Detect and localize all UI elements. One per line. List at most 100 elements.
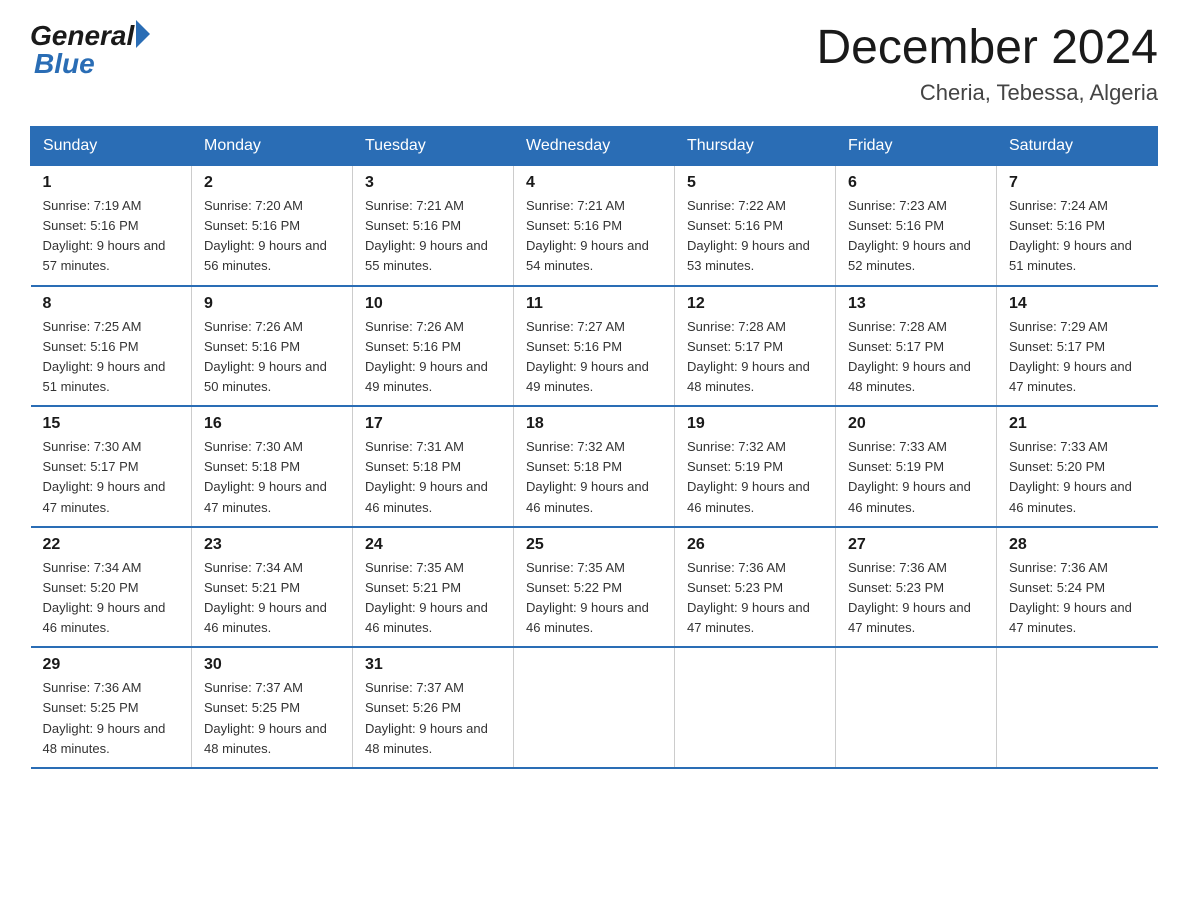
day-number: 1	[43, 174, 180, 192]
day-number: 14	[1009, 295, 1146, 313]
col-wednesday: Wednesday	[514, 127, 675, 166]
day-number: 19	[687, 415, 823, 433]
day-info: Sunrise: 7:22 AMSunset: 5:16 PMDaylight:…	[687, 198, 810, 273]
day-number: 12	[687, 295, 823, 313]
table-row: 29 Sunrise: 7:36 AMSunset: 5:25 PMDaylig…	[31, 647, 192, 768]
day-info: Sunrise: 7:30 AMSunset: 5:18 PMDaylight:…	[204, 439, 327, 514]
calendar-header-row: Sunday Monday Tuesday Wednesday Thursday…	[31, 127, 1158, 166]
day-number: 17	[365, 415, 501, 433]
day-number: 30	[204, 656, 340, 674]
calendar-week-row: 8 Sunrise: 7:25 AMSunset: 5:16 PMDayligh…	[31, 286, 1158, 407]
table-row: 2 Sunrise: 7:20 AMSunset: 5:16 PMDayligh…	[192, 166, 353, 286]
table-row	[675, 647, 836, 768]
table-row: 11 Sunrise: 7:27 AMSunset: 5:16 PMDaylig…	[514, 286, 675, 407]
day-info: Sunrise: 7:26 AMSunset: 5:16 PMDaylight:…	[204, 319, 327, 394]
table-row: 24 Sunrise: 7:35 AMSunset: 5:21 PMDaylig…	[353, 527, 514, 648]
day-number: 21	[1009, 415, 1146, 433]
col-saturday: Saturday	[997, 127, 1158, 166]
day-info: Sunrise: 7:19 AMSunset: 5:16 PMDaylight:…	[43, 198, 166, 273]
col-sunday: Sunday	[31, 127, 192, 166]
table-row: 14 Sunrise: 7:29 AMSunset: 5:17 PMDaylig…	[997, 286, 1158, 407]
day-number: 23	[204, 536, 340, 554]
day-number: 18	[526, 415, 662, 433]
table-row: 20 Sunrise: 7:33 AMSunset: 5:19 PMDaylig…	[836, 406, 997, 527]
day-number: 2	[204, 174, 340, 192]
table-row: 18 Sunrise: 7:32 AMSunset: 5:18 PMDaylig…	[514, 406, 675, 527]
day-number: 11	[526, 295, 662, 313]
day-info: Sunrise: 7:36 AMSunset: 5:25 PMDaylight:…	[43, 680, 166, 755]
day-number: 26	[687, 536, 823, 554]
day-number: 15	[43, 415, 180, 433]
day-number: 29	[43, 656, 180, 674]
table-row: 25 Sunrise: 7:35 AMSunset: 5:22 PMDaylig…	[514, 527, 675, 648]
calendar-week-row: 15 Sunrise: 7:30 AMSunset: 5:17 PMDaylig…	[31, 406, 1158, 527]
table-row: 23 Sunrise: 7:34 AMSunset: 5:21 PMDaylig…	[192, 527, 353, 648]
day-number: 22	[43, 536, 180, 554]
day-info: Sunrise: 7:21 AMSunset: 5:16 PMDaylight:…	[365, 198, 488, 273]
table-row: 15 Sunrise: 7:30 AMSunset: 5:17 PMDaylig…	[31, 406, 192, 527]
day-info: Sunrise: 7:23 AMSunset: 5:16 PMDaylight:…	[848, 198, 971, 273]
table-row: 27 Sunrise: 7:36 AMSunset: 5:23 PMDaylig…	[836, 527, 997, 648]
table-row: 19 Sunrise: 7:32 AMSunset: 5:19 PMDaylig…	[675, 406, 836, 527]
day-info: Sunrise: 7:32 AMSunset: 5:18 PMDaylight:…	[526, 439, 649, 514]
day-info: Sunrise: 7:36 AMSunset: 5:24 PMDaylight:…	[1009, 560, 1132, 635]
table-row	[514, 647, 675, 768]
table-row: 16 Sunrise: 7:30 AMSunset: 5:18 PMDaylig…	[192, 406, 353, 527]
day-number: 5	[687, 174, 823, 192]
day-info: Sunrise: 7:20 AMSunset: 5:16 PMDaylight:…	[204, 198, 327, 273]
day-info: Sunrise: 7:36 AMSunset: 5:23 PMDaylight:…	[687, 560, 810, 635]
day-info: Sunrise: 7:33 AMSunset: 5:19 PMDaylight:…	[848, 439, 971, 514]
day-number: 24	[365, 536, 501, 554]
table-row: 28 Sunrise: 7:36 AMSunset: 5:24 PMDaylig…	[997, 527, 1158, 648]
page-header: General Blue December 2024 Cheria, Tebes…	[30, 20, 1158, 106]
day-number: 9	[204, 295, 340, 313]
day-info: Sunrise: 7:32 AMSunset: 5:19 PMDaylight:…	[687, 439, 810, 514]
table-row: 31 Sunrise: 7:37 AMSunset: 5:26 PMDaylig…	[353, 647, 514, 768]
table-row: 13 Sunrise: 7:28 AMSunset: 5:17 PMDaylig…	[836, 286, 997, 407]
day-number: 10	[365, 295, 501, 313]
table-row: 8 Sunrise: 7:25 AMSunset: 5:16 PMDayligh…	[31, 286, 192, 407]
table-row: 10 Sunrise: 7:26 AMSunset: 5:16 PMDaylig…	[353, 286, 514, 407]
day-info: Sunrise: 7:28 AMSunset: 5:17 PMDaylight:…	[848, 319, 971, 394]
day-number: 8	[43, 295, 180, 313]
calendar-week-row: 22 Sunrise: 7:34 AMSunset: 5:20 PMDaylig…	[31, 527, 1158, 648]
day-info: Sunrise: 7:30 AMSunset: 5:17 PMDaylight:…	[43, 439, 166, 514]
table-row: 17 Sunrise: 7:31 AMSunset: 5:18 PMDaylig…	[353, 406, 514, 527]
day-info: Sunrise: 7:24 AMSunset: 5:16 PMDaylight:…	[1009, 198, 1132, 273]
table-row	[997, 647, 1158, 768]
day-number: 4	[526, 174, 662, 192]
day-info: Sunrise: 7:26 AMSunset: 5:16 PMDaylight:…	[365, 319, 488, 394]
day-number: 7	[1009, 174, 1146, 192]
day-number: 6	[848, 174, 984, 192]
table-row	[836, 647, 997, 768]
day-info: Sunrise: 7:21 AMSunset: 5:16 PMDaylight:…	[526, 198, 649, 273]
table-row: 30 Sunrise: 7:37 AMSunset: 5:25 PMDaylig…	[192, 647, 353, 768]
day-number: 13	[848, 295, 984, 313]
day-info: Sunrise: 7:37 AMSunset: 5:26 PMDaylight:…	[365, 680, 488, 755]
col-friday: Friday	[836, 127, 997, 166]
logo-arrow-icon	[136, 20, 150, 48]
logo: General Blue	[30, 20, 150, 80]
day-info: Sunrise: 7:34 AMSunset: 5:20 PMDaylight:…	[43, 560, 166, 635]
calendar-week-row: 29 Sunrise: 7:36 AMSunset: 5:25 PMDaylig…	[31, 647, 1158, 768]
table-row: 22 Sunrise: 7:34 AMSunset: 5:20 PMDaylig…	[31, 527, 192, 648]
day-info: Sunrise: 7:27 AMSunset: 5:16 PMDaylight:…	[526, 319, 649, 394]
col-tuesday: Tuesday	[353, 127, 514, 166]
day-info: Sunrise: 7:28 AMSunset: 5:17 PMDaylight:…	[687, 319, 810, 394]
table-row: 3 Sunrise: 7:21 AMSunset: 5:16 PMDayligh…	[353, 166, 514, 286]
day-number: 27	[848, 536, 984, 554]
calendar-table: Sunday Monday Tuesday Wednesday Thursday…	[30, 126, 1158, 769]
logo-blue-text: Blue	[34, 48, 150, 80]
table-row: 9 Sunrise: 7:26 AMSunset: 5:16 PMDayligh…	[192, 286, 353, 407]
day-number: 28	[1009, 536, 1146, 554]
day-info: Sunrise: 7:25 AMSunset: 5:16 PMDaylight:…	[43, 319, 166, 394]
day-number: 20	[848, 415, 984, 433]
table-row: 5 Sunrise: 7:22 AMSunset: 5:16 PMDayligh…	[675, 166, 836, 286]
day-number: 31	[365, 656, 501, 674]
table-row: 26 Sunrise: 7:36 AMSunset: 5:23 PMDaylig…	[675, 527, 836, 648]
table-row: 21 Sunrise: 7:33 AMSunset: 5:20 PMDaylig…	[997, 406, 1158, 527]
day-info: Sunrise: 7:29 AMSunset: 5:17 PMDaylight:…	[1009, 319, 1132, 394]
day-info: Sunrise: 7:36 AMSunset: 5:23 PMDaylight:…	[848, 560, 971, 635]
day-info: Sunrise: 7:35 AMSunset: 5:21 PMDaylight:…	[365, 560, 488, 635]
table-row: 6 Sunrise: 7:23 AMSunset: 5:16 PMDayligh…	[836, 166, 997, 286]
